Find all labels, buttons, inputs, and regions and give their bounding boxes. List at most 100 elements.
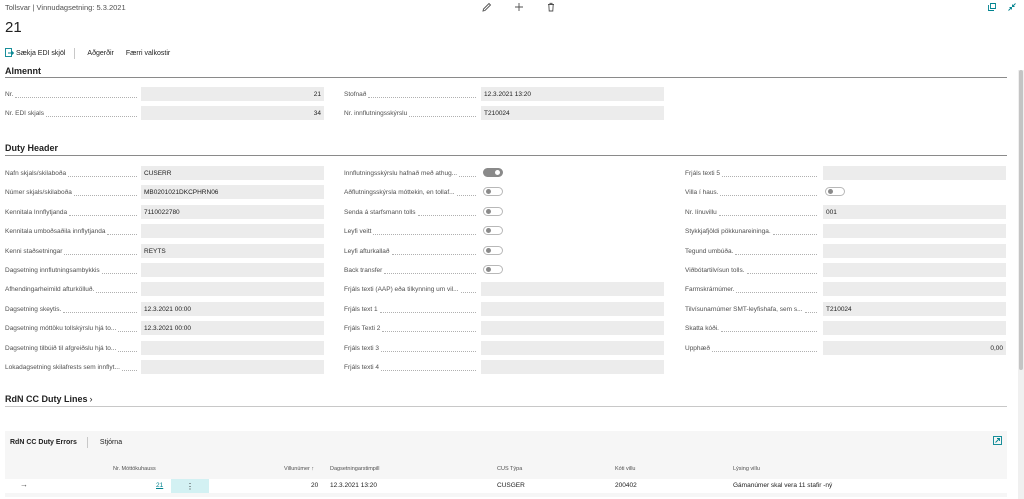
field-value[interactable]: REYTS: [141, 244, 324, 258]
error-no-cell: 20: [311, 482, 319, 489]
edi-no-field[interactable]: 34: [141, 106, 324, 120]
section-divider: [5, 77, 1007, 78]
field-value[interactable]: [823, 166, 1006, 180]
toggle-switch[interactable]: [483, 187, 503, 196]
field-value[interactable]: [141, 282, 324, 296]
field-value[interactable]: 7110022780: [141, 205, 324, 219]
field-value[interactable]: [481, 302, 664, 316]
actions-menu-button[interactable]: Aðgerðir: [87, 50, 113, 57]
field-value[interactable]: [141, 360, 324, 374]
field-value[interactable]: MB0201021DKCPHRN06: [141, 185, 324, 199]
field-value[interactable]: T210024: [823, 302, 1006, 316]
field-value[interactable]: [481, 321, 664, 335]
window-controls: [986, 1, 1018, 13]
column-header[interactable]: Lýsing villu: [733, 466, 760, 472]
created-field[interactable]: 12.3.2021 13:20: [481, 87, 664, 101]
duty-errors-subpage: RdN CC Duty Errors Stjórna Nr. Móttökuha…: [5, 431, 1007, 497]
toggle-switch[interactable]: [483, 207, 503, 216]
field-label: Stykkjafjöldi pökkunareininga.: [685, 224, 819, 238]
general-section-title[interactable]: Almennt: [5, 66, 41, 76]
field-label: Frjáls texti 4: [344, 360, 478, 374]
column-header[interactable]: CUS Týpa: [497, 466, 522, 472]
scrollbar[interactable]: [1018, 70, 1024, 499]
duty-header-section-title[interactable]: Duty Header: [5, 143, 58, 153]
field-value[interactable]: 001: [823, 205, 1006, 219]
field-value[interactable]: [141, 263, 324, 277]
field-value[interactable]: 12.3.2021 00:00: [141, 321, 324, 335]
field-value[interactable]: [481, 282, 664, 296]
toggle-switch[interactable]: [825, 187, 845, 196]
expand-icon[interactable]: [993, 436, 1002, 447]
field-label: Innflutningsskýrslu hafnað með athug...: [344, 166, 478, 180]
field-value[interactable]: [823, 224, 1006, 238]
toggle-switch[interactable]: [483, 265, 503, 274]
trash-icon[interactable]: [545, 1, 557, 13]
toggle-switch[interactable]: [483, 226, 503, 235]
toggle-switch[interactable]: [483, 246, 503, 255]
chevron-right-icon: ›: [89, 394, 93, 404]
field-label: Tilvísunarnúmer SMT-leyfishafa, sem s...: [685, 302, 819, 316]
row-menu-button[interactable]: ⋮: [171, 479, 209, 493]
field-value[interactable]: 0,00: [823, 341, 1006, 355]
error-code-cell: 200402: [615, 482, 637, 489]
field-label: Kenni staðsetningar: [5, 244, 139, 258]
pencil-icon[interactable]: [481, 1, 493, 13]
field-label: Frjáls texti 5: [685, 166, 819, 180]
field-value[interactable]: [481, 341, 664, 355]
field-label: Nr. línuvillu: [685, 205, 819, 219]
duty-lines-section-title[interactable]: RdN CC Duty Lines ›: [5, 394, 93, 404]
field-label: Frjáls Texti 2: [344, 321, 478, 335]
field-value[interactable]: [823, 282, 1006, 296]
plus-icon[interactable]: [513, 1, 525, 13]
toggle-switch[interactable]: [483, 168, 503, 177]
field-value[interactable]: CUSERR: [141, 166, 324, 180]
no-field[interactable]: 21: [141, 87, 324, 101]
field-label: Lokadagsetning skilafrests sem innflyt..…: [5, 360, 139, 374]
timestamp-cell: 12.3.2021 13:20: [330, 482, 377, 489]
import-no-label: Nr. innflutningsskýrslu: [344, 106, 478, 120]
field-label: Tegund umbúða.: [685, 244, 819, 258]
toolbar-divider: [86, 437, 88, 448]
page-toolbar: [481, 1, 557, 13]
subpage-toolbar: RdN CC Duty Errors Stjórna: [10, 437, 122, 448]
field-label: Viðbótartilvísun tolls.: [685, 263, 819, 277]
header-no-cell[interactable]: 21: [156, 482, 163, 489]
field-label: Farmskrárnúmer.: [685, 282, 819, 296]
collapse-icon[interactable]: [1006, 1, 1018, 13]
open-in-new-window-icon[interactable]: [986, 1, 998, 13]
field-label: Frjáls text 1: [344, 302, 478, 316]
fewer-options-button[interactable]: Færri valkostir: [126, 50, 170, 57]
field-label: Leyfi veitt: [344, 224, 478, 238]
manage-button[interactable]: Stjórna: [100, 439, 122, 446]
field-value[interactable]: [823, 263, 1006, 277]
cus-type-cell: CUSGER: [497, 482, 525, 489]
field-value[interactable]: [481, 360, 664, 374]
fetch-edi-button[interactable]: Sækja EDI skjöl: [5, 48, 65, 59]
duty-errors-title[interactable]: RdN CC Duty Errors: [10, 439, 77, 446]
column-header[interactable]: Nr. Móttökuhauss: [113, 466, 156, 472]
field-label: Skatta kóði.: [685, 321, 819, 335]
field-value[interactable]: [141, 224, 324, 238]
field-label: Kennitala umboðsaðila innflytjanda: [5, 224, 139, 238]
field-value[interactable]: 12.3.2021 00:00: [141, 302, 324, 316]
field-label: Kennitala Innflytjanda: [5, 205, 139, 219]
import-no-field[interactable]: T210024: [481, 106, 664, 120]
scrollbar-thumb[interactable]: [1019, 70, 1023, 370]
field-label: Back transfer: [344, 263, 478, 277]
import-icon: [5, 48, 15, 59]
field-label: Senda á starfsmann tolls: [344, 205, 478, 219]
field-label: Afhendingarheimild afturkölluð.: [5, 282, 139, 296]
field-label: Dagsetning tilbúið til afgreiðslu hjá to…: [5, 341, 139, 355]
field-value[interactable]: [823, 321, 1006, 335]
field-label: Dagsetning innflutningsambykkis: [5, 263, 139, 277]
field-label: Dagsetning móttöku tollskýrslu hjá to...: [5, 321, 139, 335]
field-value[interactable]: [823, 244, 1006, 258]
section-divider: [5, 406, 1007, 407]
field-value[interactable]: [141, 341, 324, 355]
column-header[interactable]: Villunúmer ↑: [284, 466, 314, 472]
column-header[interactable]: Kóti villu: [615, 466, 635, 472]
field-label: Dagsetning skeytis.: [5, 302, 139, 316]
field-label: Villa í haus.: [685, 185, 819, 199]
section-divider: [5, 155, 1007, 156]
column-header[interactable]: Dagsetningarstimpill: [330, 466, 380, 472]
